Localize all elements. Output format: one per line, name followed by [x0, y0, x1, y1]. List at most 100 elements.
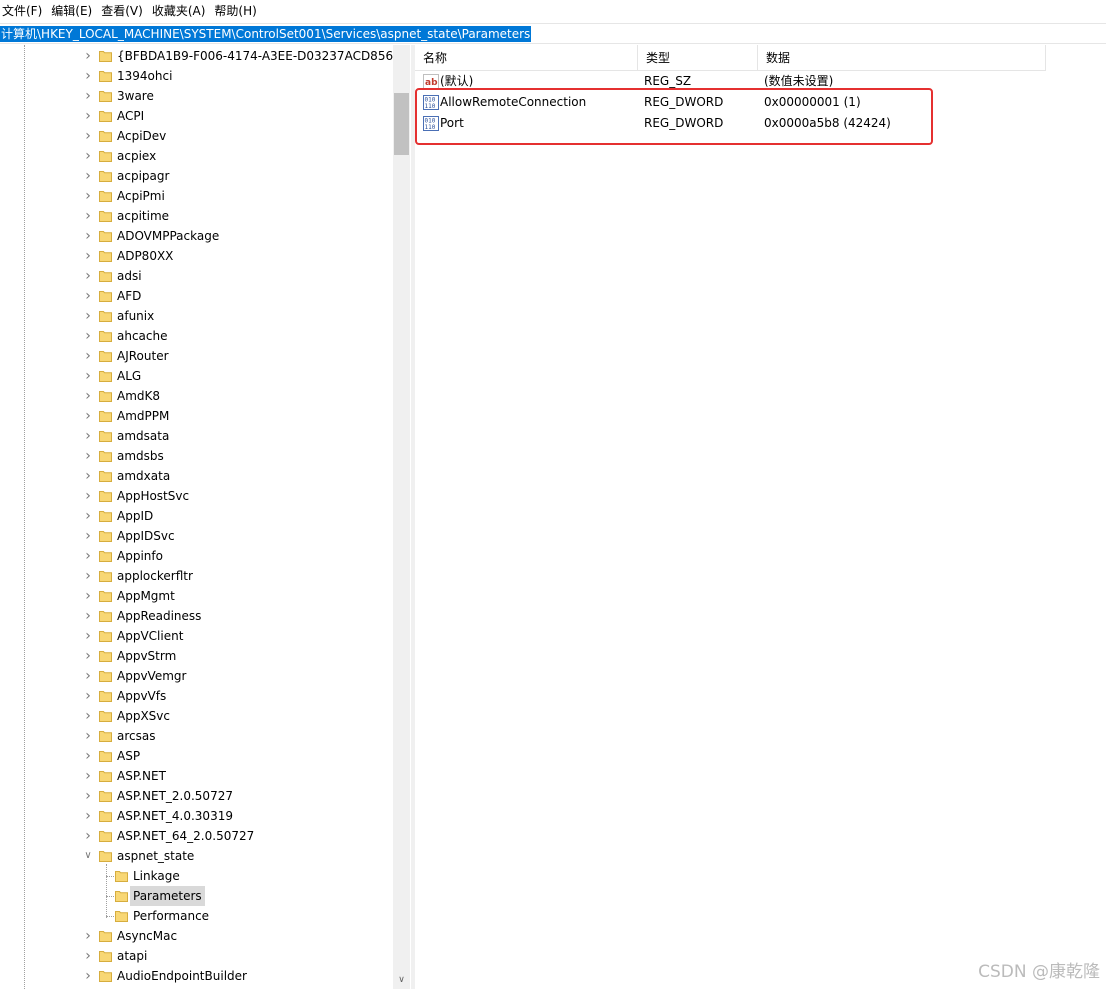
tree-key-label[interactable]: acpiex	[114, 146, 159, 166]
tree-key-label[interactable]: AJRouter	[114, 346, 172, 366]
tree-key-label[interactable]: AppHostSvc	[114, 486, 192, 506]
chevron-right-icon[interactable]: ›	[83, 149, 93, 163]
column-header-type[interactable]: 类型	[638, 45, 758, 71]
tree-key-label[interactable]: Linkage	[130, 866, 183, 886]
chevron-right-icon[interactable]: ›	[83, 709, 93, 723]
tree-key-label[interactable]: AppIDSvc	[114, 526, 178, 546]
tree-scrollbar[interactable]: ∨	[393, 45, 410, 989]
chevron-right-icon[interactable]: ›	[83, 629, 93, 643]
tree-key-label[interactable]: amdsbs	[114, 446, 167, 466]
tree-key-label[interactable]: AmdPPM	[114, 406, 172, 426]
chevron-right-icon[interactable]: ›	[83, 689, 93, 703]
chevron-right-icon[interactable]: ›	[83, 529, 93, 543]
tree-key[interactable]: › {BFBDA1B9-F006-4174-A3EE-D03237ACD856}	[0, 46, 401, 66]
menu-view[interactable]: 查看(V)	[99, 0, 150, 22]
tree-key[interactable]: › ADP80XX	[0, 246, 393, 266]
tree-key-label[interactable]: AppMgmt	[114, 586, 178, 606]
tree-key-label[interactable]: ASP	[114, 746, 143, 766]
tree-key-label[interactable]: acpipagr	[114, 166, 172, 186]
tree-key-label[interactable]: AppReadiness	[114, 606, 204, 626]
chevron-right-icon[interactable]: ›	[83, 969, 93, 983]
tree-key[interactable]: › ahcache	[0, 326, 393, 346]
menu-help[interactable]: 帮助(H)	[212, 0, 263, 22]
tree-key-label[interactable]: Appinfo	[114, 546, 166, 566]
tree-key-label[interactable]: atapi	[114, 946, 150, 966]
tree-key[interactable]: › AppMgmt	[0, 586, 393, 606]
tree-key[interactable]: › ASP.NET_64_2.0.50727	[0, 826, 393, 846]
chevron-right-icon[interactable]: ›	[83, 369, 93, 383]
tree-key[interactable]: › AppHostSvc	[0, 486, 393, 506]
value-row[interactable]: 010 110 AllowRemoteConnection REG_DWORD 0x00…	[415, 92, 1046, 113]
tree-key-label[interactable]: Parameters	[130, 886, 205, 906]
tree-key[interactable]: › AudioEndpointBuilder	[0, 966, 393, 986]
tree-key-label[interactable]: AppvVfs	[114, 686, 169, 706]
tree-key-label[interactable]: AppID	[114, 506, 156, 526]
tree-key-label[interactable]: afunix	[114, 306, 157, 326]
tree-key-label[interactable]: Performance	[130, 906, 212, 926]
tree-key-label[interactable]: ADOVMPPackage	[114, 226, 222, 246]
chevron-right-icon[interactable]: ›	[83, 209, 93, 223]
tree-key[interactable]: ∨ aspnet_state	[0, 846, 393, 866]
tree-key[interactable]: › AppvVemgr	[0, 666, 393, 686]
tree-key[interactable]: › atapi	[0, 946, 393, 966]
menu-edit[interactable]: 编辑(E)	[49, 0, 99, 22]
tree-key-label[interactable]: ADP80XX	[114, 246, 176, 266]
chevron-right-icon[interactable]: ›	[83, 589, 93, 603]
chevron-right-icon[interactable]: ›	[83, 549, 93, 563]
tree-key-label[interactable]: AmdK8	[114, 386, 163, 406]
chevron-right-icon[interactable]: ›	[83, 189, 93, 203]
chevron-right-icon[interactable]: ›	[83, 469, 93, 483]
chevron-right-icon[interactable]: ›	[83, 489, 93, 503]
tree-key[interactable]: › AsyncMac	[0, 926, 393, 946]
tree-key[interactable]: › 1394ohci	[0, 66, 393, 86]
chevron-down-icon[interactable]: ∨	[83, 851, 93, 861]
registry-tree[interactable]: › {BFBDA1B9-F006-4174-A3EE-D03237ACD856} ›…	[0, 45, 411, 989]
tree-key-label[interactable]: ASP.NET	[114, 766, 169, 786]
tree-key[interactable]: › AppID	[0, 506, 393, 526]
tree-key[interactable]: › AcpiDev	[0, 126, 393, 146]
chevron-right-icon[interactable]: ›	[83, 929, 93, 943]
tree-key-label[interactable]: acpitime	[114, 206, 172, 226]
chevron-right-icon[interactable]: ›	[83, 109, 93, 123]
tree-key[interactable]: › AppIDSvc	[0, 526, 393, 546]
chevron-right-icon[interactable]: ›	[83, 949, 93, 963]
tree-key[interactable]: › adsi	[0, 266, 393, 286]
value-row[interactable]: 010 110 Port REG_DWORD 0x0000a5b8 (42424)	[415, 113, 1046, 134]
tree-key[interactable]: › ACPI	[0, 106, 393, 126]
tree-key-label[interactable]: AppvStrm	[114, 646, 179, 666]
tree-key-label[interactable]: AppVClient	[114, 626, 186, 646]
chevron-right-icon[interactable]: ›	[83, 329, 93, 343]
chevron-right-icon[interactable]: ›	[83, 669, 93, 683]
chevron-right-icon[interactable]: ›	[83, 389, 93, 403]
tree-key[interactable]: › AppVClient	[0, 626, 393, 646]
tree-key-label[interactable]: ASP.NET_64_2.0.50727	[114, 826, 257, 846]
column-header-name[interactable]: 名称	[415, 45, 638, 71]
chevron-right-icon[interactable]: ›	[83, 269, 93, 283]
chevron-right-icon[interactable]: ›	[83, 129, 93, 143]
tree-key[interactable]: › arcsas	[0, 726, 393, 746]
chevron-right-icon[interactable]: ›	[83, 829, 93, 843]
chevron-right-icon[interactable]: ›	[83, 609, 93, 623]
tree-key-label[interactable]: ALG	[114, 366, 144, 386]
tree-key-label[interactable]: AcpiPmi	[114, 186, 168, 206]
tree-key[interactable]: › ASP.NET_2.0.50727	[0, 786, 393, 806]
tree-key[interactable]: › amdxata	[0, 466, 393, 486]
column-header-data[interactable]: 数据	[758, 45, 1046, 71]
tree-key-label[interactable]: AcpiDev	[114, 126, 169, 146]
scroll-down-icon[interactable]: ∨	[393, 972, 410, 989]
tree-key[interactable]: › AcpiPmi	[0, 186, 393, 206]
chevron-right-icon[interactable]: ›	[83, 229, 93, 243]
tree-subkey[interactable]: Parameters	[0, 886, 393, 906]
tree-key[interactable]: › applockerfltr	[0, 566, 393, 586]
chevron-right-icon[interactable]: ›	[83, 809, 93, 823]
tree-key-label[interactable]: ASP.NET_4.0.30319	[114, 806, 236, 826]
tree-key[interactable]: › AppvStrm	[0, 646, 393, 666]
tree-key[interactable]: › AmdK8	[0, 386, 393, 406]
tree-key-label[interactable]: amdsata	[114, 426, 172, 446]
tree-key[interactable]: › AJRouter	[0, 346, 393, 366]
chevron-right-icon[interactable]: ›	[83, 69, 93, 83]
chevron-right-icon[interactable]: ›	[83, 309, 93, 323]
tree-key[interactable]: › AppvVfs	[0, 686, 393, 706]
tree-key[interactable]: › amdsbs	[0, 446, 393, 466]
tree-key-label[interactable]: {BFBDA1B9-F006-4174-A3EE-D03237ACD856}	[114, 46, 404, 66]
